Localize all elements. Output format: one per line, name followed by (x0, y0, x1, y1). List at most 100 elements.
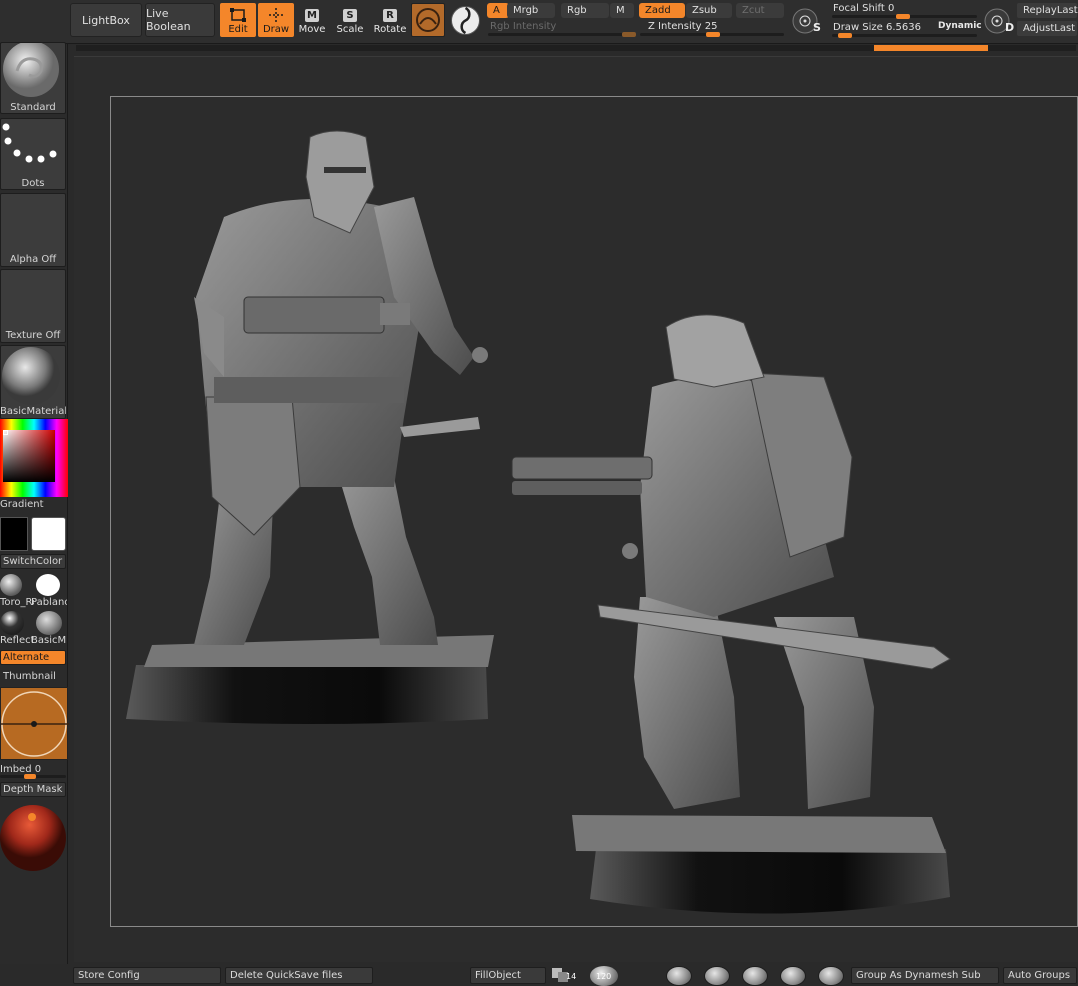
replay-last-button[interactable]: ReplayLast (1017, 3, 1078, 18)
light-sphere-icon (0, 805, 66, 871)
alpha-label: Alpha Off (9, 254, 57, 265)
basic-material-sphere-icon (2, 347, 60, 405)
group-dynamesh-button[interactable]: Group As Dynamesh Sub (851, 967, 999, 984)
symmetry-s-button[interactable]: S (791, 5, 823, 37)
bottom-bar: Store Config Delete QuickSave files Fill… (0, 964, 1078, 986)
material-label: BasicMaterial (0, 406, 66, 417)
brush-slot-4-icon[interactable] (780, 966, 806, 986)
focal-shift-knob[interactable] (896, 14, 910, 19)
live-boolean-button[interactable]: Live Boolean (145, 3, 215, 37)
color-picker[interactable] (0, 419, 68, 497)
alternate-toggle[interactable]: Alternate (0, 650, 66, 665)
switch-color-button[interactable]: SwitchColor (0, 554, 66, 569)
light-sphere[interactable] (0, 801, 68, 873)
zadd-toggle[interactable]: Zadd (639, 3, 685, 18)
edit-label: Edit (228, 24, 248, 35)
count-b-value: 120 (596, 972, 612, 981)
z-intensity-label: Z Intensity 25 (648, 21, 718, 32)
top-toolbar: LightBox Live Boolean Edit Draw M Move S… (0, 0, 1078, 44)
rgb-toggle[interactable]: Rgb (561, 3, 609, 18)
mat-c-label: Reflect (0, 635, 34, 646)
thumbnail-view[interactable] (0, 687, 69, 760)
store-config-button[interactable]: Store Config (73, 967, 221, 984)
brush-label: Standard (10, 102, 56, 113)
adjust-last-button[interactable]: AdjustLast (1017, 21, 1077, 36)
brush-slot-3-icon[interactable] (742, 966, 768, 986)
soldier-figure-left[interactable] (126, 130, 494, 724)
auto-groups-button[interactable]: Auto Groups (1003, 967, 1077, 984)
edit-icon (230, 8, 246, 22)
move-mode-button[interactable]: M Move (294, 3, 330, 37)
draw-size-knob[interactable] (838, 33, 852, 38)
rotate-icon: R (383, 9, 397, 22)
draw-mode-button[interactable]: Draw (258, 3, 294, 37)
sculpt-models[interactable] (74, 57, 1078, 963)
move-label: Move (298, 24, 326, 35)
count-b-badge[interactable]: 120 (590, 966, 618, 986)
dots-stroke-icon (2, 123, 57, 163)
zsub-toggle[interactable]: Zsub (686, 3, 732, 18)
brush-slot-1-icon[interactable] (666, 966, 692, 986)
scale-mode-button[interactable]: S Scale (332, 3, 368, 37)
material-basicm-icon[interactable] (36, 611, 62, 635)
brush-slot-2-icon[interactable] (704, 966, 730, 986)
rgb-intensity-label: Rgb Intensity (490, 21, 557, 32)
edit-mode-button[interactable]: Edit (220, 3, 256, 37)
rgb-intensity-knob[interactable] (622, 32, 636, 37)
draw-size-value: 6.5636 (886, 22, 922, 33)
depth-mask-button[interactable]: Depth Mask (0, 782, 66, 797)
document-canvas[interactable] (74, 56, 1078, 962)
saturation-square[interactable] (3, 430, 55, 482)
progress-strip (76, 45, 1076, 51)
focal-shift-value: 0 (888, 3, 895, 14)
rotate-mode-button[interactable]: R Rotate (372, 3, 408, 37)
standard-brush-icon (3, 41, 59, 97)
mrgb-toggle[interactable]: Mrgb (507, 3, 555, 18)
delete-quicksave-button[interactable]: Delete QuickSave files (225, 967, 373, 984)
material-mini-icon (416, 8, 440, 32)
sculptris-pro-button[interactable] (450, 5, 481, 36)
material-reflect-icon[interactable] (0, 611, 24, 635)
secondary-color-swatch[interactable] (31, 517, 66, 551)
sculptris-icon (451, 6, 480, 35)
count-a-badge[interactable]: 14 (550, 966, 578, 986)
progress-fill (874, 45, 988, 51)
rotate-label: Rotate (373, 24, 407, 35)
thumbnail-label: Thumbnail (3, 671, 56, 682)
imbed-value: 0 (34, 764, 42, 775)
move-icon: M (305, 9, 319, 22)
a-channel-toggle[interactable]: A (487, 3, 509, 18)
lightbox-button[interactable]: LightBox (70, 3, 142, 37)
scale-label: Scale (336, 24, 364, 35)
z-intensity-knob[interactable] (706, 32, 720, 37)
mat-d-label: BasicM (31, 635, 67, 646)
draw-size-label: Draw Size 6.5636 (833, 22, 921, 33)
fill-object-button[interactable]: FillObject (470, 967, 546, 984)
dynamic-toggle[interactable]: Dynamic (938, 21, 982, 31)
material-toro-icon[interactable] (0, 574, 22, 596)
brush-slot-5-icon[interactable] (818, 966, 844, 986)
draw-size-text: Draw Size (833, 22, 883, 33)
left-tray: Standard Dots Alpha Off Texture Off Basi… (0, 41, 69, 986)
symmetry-d-button[interactable]: D (983, 5, 1015, 37)
focal-shift-label: Focal Shift 0 (833, 3, 894, 14)
thumbnail-gauge-icon (1, 691, 69, 757)
symmetry-d-key: D (1005, 21, 1015, 34)
m-toggle[interactable]: M (610, 3, 634, 18)
rgb-intensity-slider[interactable] (488, 33, 636, 36)
color-cursor[interactable] (3, 430, 8, 435)
focal-shift-text: Focal Shift (833, 3, 885, 14)
texture-label: Texture Off (5, 330, 61, 341)
imbed-knob[interactable] (24, 774, 36, 779)
material-preview-button[interactable] (411, 3, 445, 37)
material-pablanc-icon[interactable] (36, 574, 60, 596)
scale-icon: S (343, 9, 357, 22)
soldier-figure-right[interactable] (511, 314, 951, 914)
zcut-toggle[interactable]: Zcut (736, 3, 784, 18)
mat-b-label: Pablanc (31, 597, 67, 608)
draw-label: Draw (262, 24, 290, 35)
symmetry-s-key: S (813, 21, 821, 34)
gradient-label: Gradient (0, 499, 44, 510)
draw-size-slider[interactable] (832, 34, 977, 37)
main-color-swatch[interactable] (0, 517, 28, 551)
